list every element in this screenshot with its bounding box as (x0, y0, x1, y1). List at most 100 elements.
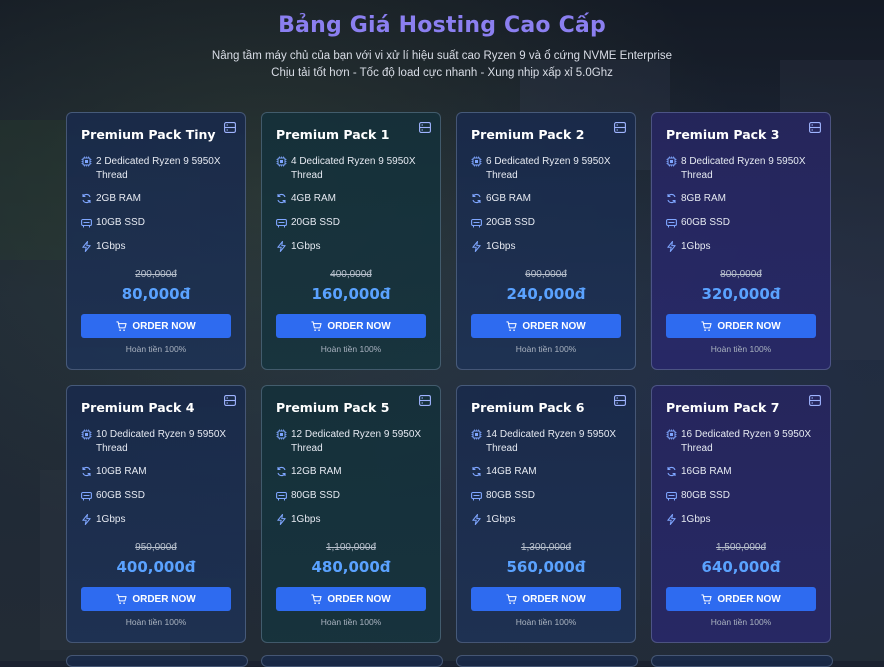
feature-ssd-text: 20GB SSD (486, 217, 535, 228)
order-now-button[interactable]: ORDER NOW (276, 587, 426, 611)
cart-icon (116, 593, 127, 604)
order-now-label: ORDER NOW (132, 593, 196, 605)
current-price: 160,000đ (311, 285, 391, 303)
order-now-button[interactable]: ORDER NOW (471, 314, 621, 338)
cart-icon (506, 320, 517, 331)
pricing-card: Premium Pack 3 8 Dedicated Ryzen 9 5950X… (651, 112, 831, 370)
refresh-icon (82, 466, 91, 477)
disk-icon (471, 491, 482, 501)
pricing-card: Premium Pack 4 10 Dedicated Ryzen 9 5950… (66, 385, 246, 643)
lightning-icon (472, 514, 481, 525)
pricing-card-partial (651, 655, 833, 667)
feature-ram-text: 14GB RAM (486, 466, 537, 477)
plan-name: Premium Pack 5 (276, 400, 390, 415)
order-now-button[interactable]: ORDER NOW (276, 314, 426, 338)
old-price: 200,000đ (135, 269, 177, 280)
page-subtitle-features: Chịu tải tốt hơn - Tốc độ load cực nhanh… (271, 67, 613, 79)
disk-icon (81, 491, 92, 501)
feature-ssd-text: 80GB SSD (486, 490, 535, 501)
current-price: 560,000đ (506, 558, 586, 576)
pricing-card-partial (261, 655, 443, 667)
server-icon (224, 122, 236, 133)
current-price: 640,000đ (701, 558, 781, 576)
lightning-icon (277, 241, 286, 252)
current-price: 400,000đ (116, 558, 196, 576)
refund-note: Hoàn tiền 100% (320, 344, 382, 354)
pricing-card: Premium Pack 2 6 Dedicated Ryzen 9 5950X… (456, 112, 636, 370)
cpu-icon (276, 429, 287, 440)
feature-network-text: 1Gbps (291, 241, 321, 252)
refresh-icon (472, 466, 481, 477)
order-now-label: ORDER NOW (327, 320, 391, 332)
cpu-icon (276, 156, 287, 167)
order-now-button[interactable]: ORDER NOW (666, 314, 816, 338)
lightning-icon (472, 241, 481, 252)
server-icon (419, 122, 431, 133)
refresh-icon (667, 193, 676, 204)
feature-ram-text: 4GB RAM (291, 193, 337, 204)
lightning-icon (82, 514, 91, 525)
order-now-label: ORDER NOW (327, 593, 391, 605)
old-price: 1,500,000đ (715, 542, 767, 553)
feature-network-text: 1Gbps (96, 514, 126, 525)
current-price: 240,000đ (506, 285, 586, 303)
feature-network-text: 1Gbps (681, 514, 711, 525)
lightning-icon (667, 514, 676, 525)
plan-name: Premium Pack 6 (471, 400, 585, 415)
disk-icon (276, 218, 287, 228)
old-price: 1,300,000đ (520, 542, 572, 553)
old-price: 1,100,000đ (325, 542, 377, 553)
feature-ram-text: 6GB RAM (486, 193, 532, 204)
refund-note: Hoàn tiền 100% (515, 617, 577, 627)
cart-icon (701, 320, 712, 331)
disk-icon (276, 491, 287, 501)
old-price: 800,000đ (720, 269, 762, 280)
current-price: 480,000đ (311, 558, 391, 576)
refresh-icon (277, 193, 286, 204)
cpu-icon (471, 429, 482, 440)
feature-ssd-text: 20GB SSD (291, 217, 340, 228)
pricing-card: Premium Pack 5 12 Dedicated Ryzen 9 5950… (261, 385, 441, 643)
feature-network-text: 1Gbps (486, 241, 516, 252)
pricing-card-partial (66, 655, 248, 667)
disk-icon (81, 218, 92, 228)
feature-ram-text: 16GB RAM (681, 466, 732, 477)
refund-note: Hoàn tiền 100% (320, 617, 382, 627)
refund-note: Hoàn tiền 100% (710, 617, 772, 627)
server-icon (224, 395, 236, 406)
page-subtitle: Nâng tầm máy chủ của bạn với vi xử lí hi… (211, 50, 673, 62)
page-title: Bảng Giá Hosting Cao Cấp (278, 13, 606, 38)
feature-cpu-text: 4 Dedicated Ryzen 9 5950X Thread (291, 156, 416, 181)
feature-network-text: 1Gbps (96, 241, 126, 252)
refund-note: Hoàn tiền 100% (710, 344, 772, 354)
order-now-button[interactable]: ORDER NOW (471, 587, 621, 611)
feature-cpu-text: 14 Dedicated Ryzen 9 5950X Thread (486, 429, 617, 454)
cpu-icon (81, 429, 92, 440)
order-now-button[interactable]: ORDER NOW (81, 587, 231, 611)
refund-note: Hoàn tiền 100% (125, 617, 187, 627)
feature-cpu-text: 6 Dedicated Ryzen 9 5950X Thread (486, 156, 611, 181)
pricing-card-partial (456, 655, 638, 667)
feature-ssd-text: 80GB SSD (291, 490, 340, 501)
pricing-card: Premium Pack 6 14 Dedicated Ryzen 9 5950… (456, 385, 636, 643)
refresh-icon (82, 193, 91, 204)
plan-name: Premium Pack 2 (471, 127, 585, 142)
refresh-icon (667, 466, 676, 477)
cart-icon (116, 320, 127, 331)
cpu-icon (666, 429, 677, 440)
cpu-icon (471, 156, 482, 167)
plan-name: Premium Pack 3 (666, 127, 780, 142)
order-now-button[interactable]: ORDER NOW (81, 314, 231, 338)
order-now-button[interactable]: ORDER NOW (666, 587, 816, 611)
refresh-icon (277, 466, 286, 477)
feature-ssd-text: 60GB SSD (96, 490, 145, 501)
refund-note: Hoàn tiền 100% (125, 344, 187, 354)
refresh-icon (472, 193, 481, 204)
old-price: 950,000đ (135, 542, 177, 553)
plan-name: Premium Pack 1 (276, 127, 390, 142)
old-price: 400,000đ (330, 269, 372, 280)
feature-cpu-text: 2 Dedicated Ryzen 9 5950X Thread (96, 156, 221, 181)
server-icon (614, 395, 626, 406)
cart-icon (311, 593, 322, 604)
feature-network-text: 1Gbps (681, 241, 711, 252)
